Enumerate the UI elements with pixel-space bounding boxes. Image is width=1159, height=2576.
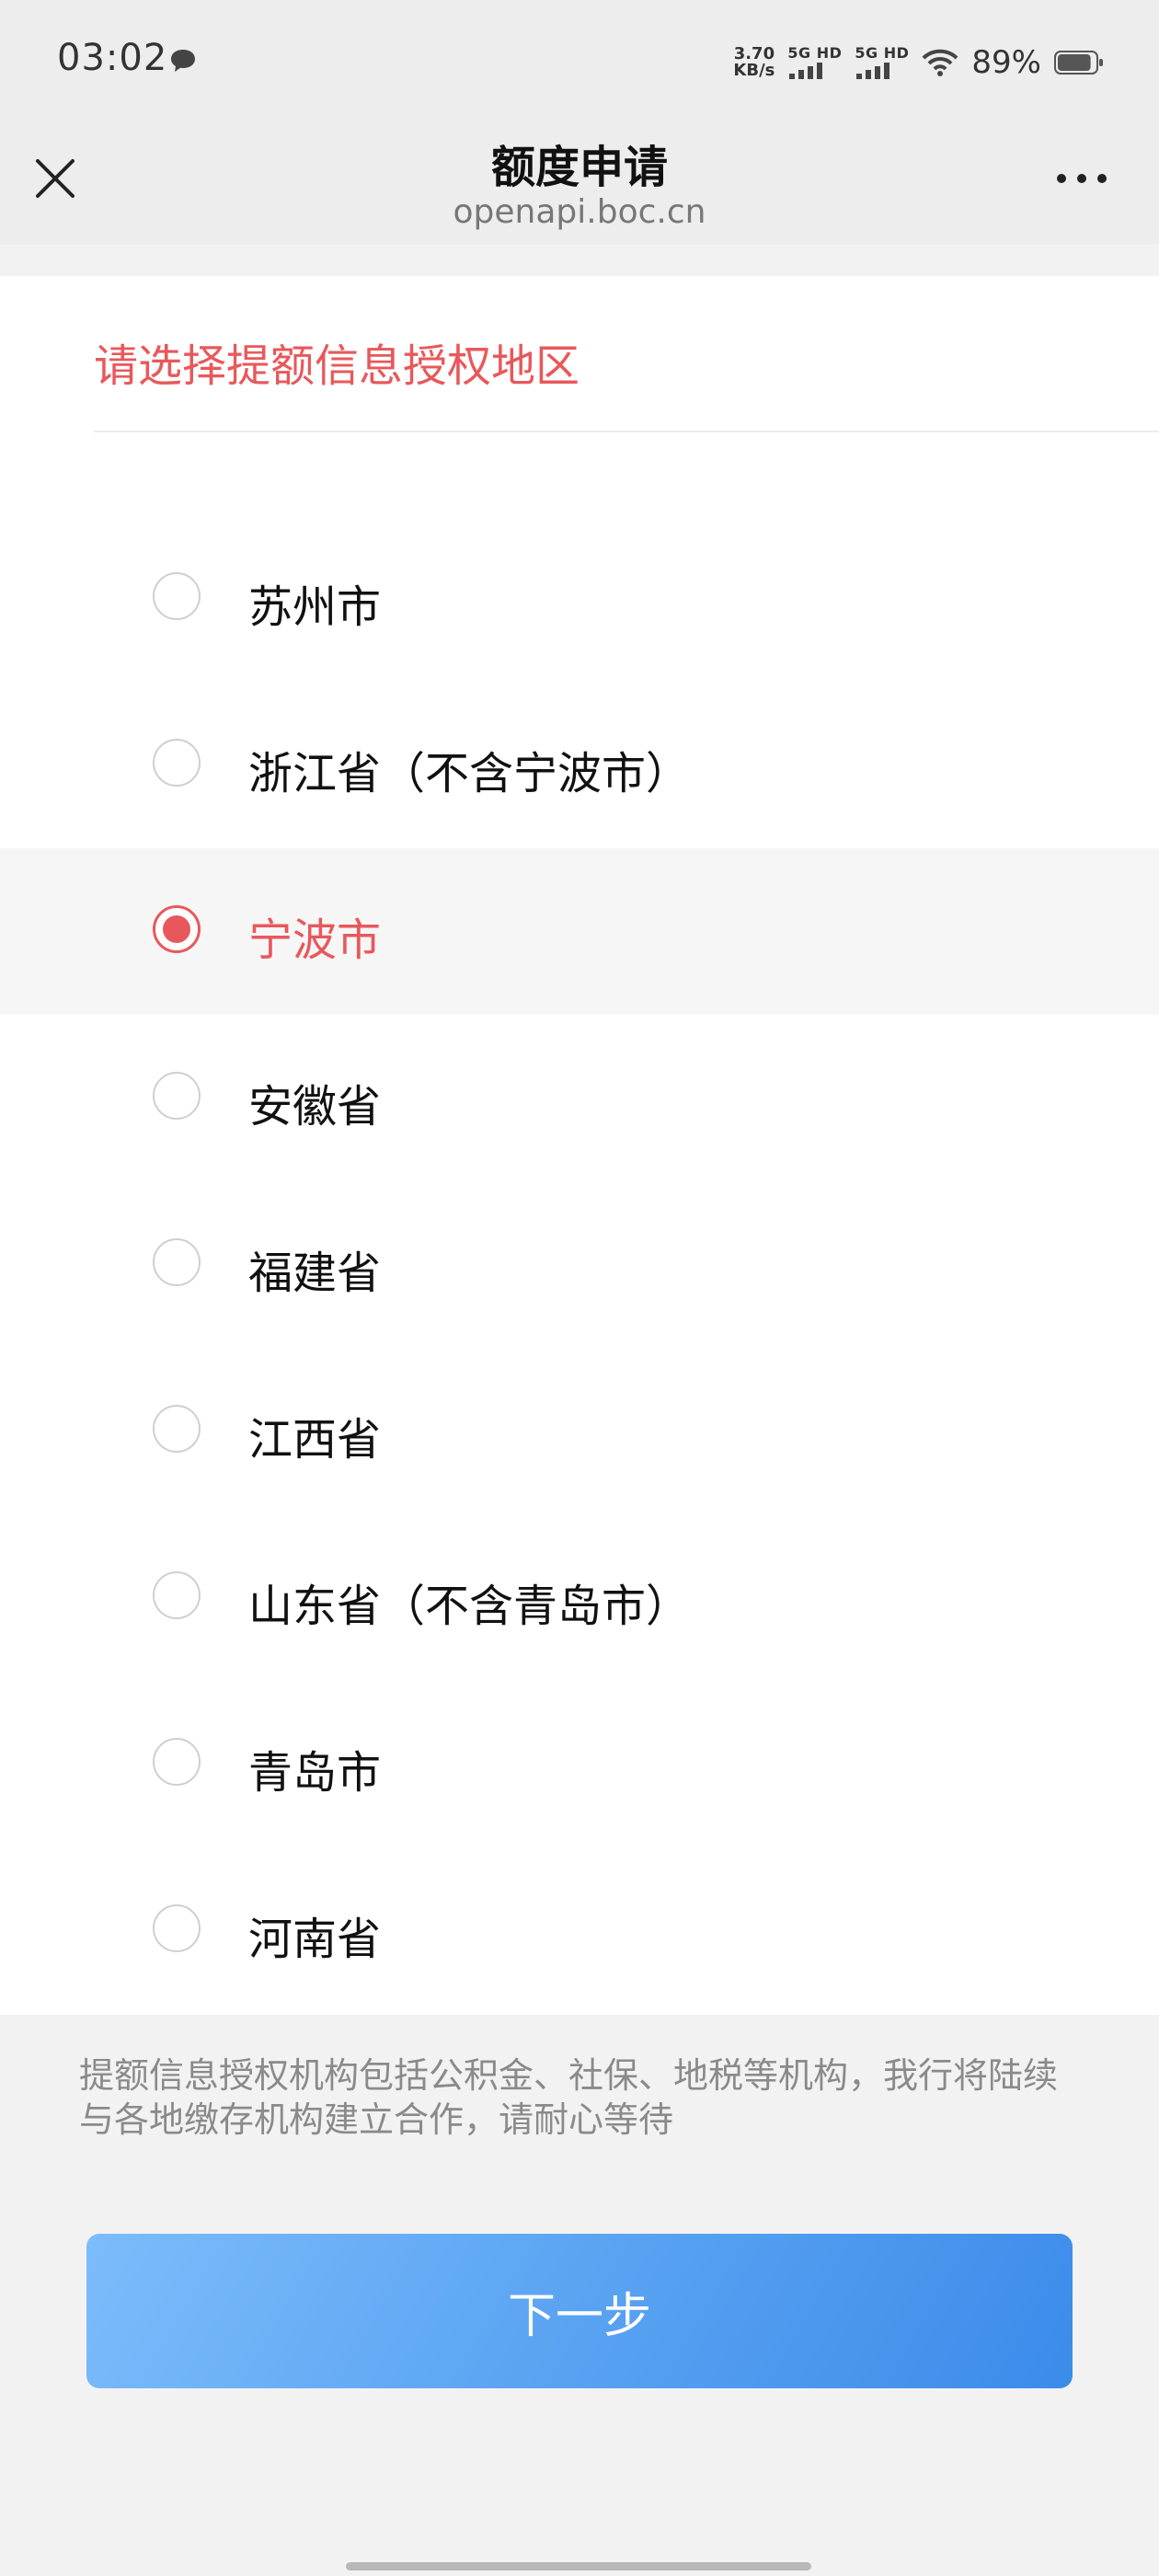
region-option[interactable]: 江西省 bbox=[0, 1348, 1159, 1514]
status-time: 03:02 bbox=[57, 37, 168, 79]
radio-button[interactable] bbox=[153, 572, 201, 620]
status-bar: 03:02 3.70 KB/s 5G HD 5G HD 89% bbox=[0, 0, 1159, 110]
nav-bar: 额度申请 openapi.boc.cn bbox=[0, 110, 1159, 245]
region-option-label: 宁波市 bbox=[248, 914, 382, 966]
sim2-label: 5G HD bbox=[855, 44, 910, 62]
signal-icon bbox=[856, 63, 890, 79]
more-icon[interactable] bbox=[1054, 169, 1109, 188]
region-option[interactable]: 浙江省（不含宁波市） bbox=[0, 682, 1159, 848]
battery-icon bbox=[1054, 51, 1103, 75]
radio-button[interactable] bbox=[153, 1405, 201, 1453]
authorization-notice: 提额信息授权机构包括公积金、社保、地税等机构，我行将陆续与各地缴存机构建立合作，… bbox=[79, 2055, 1059, 2140]
region-option-label: 青岛市 bbox=[248, 1747, 382, 1799]
region-option[interactable]: 福建省 bbox=[0, 1181, 1159, 1348]
section-heading: 请选择提额信息授权地区 bbox=[94, 340, 580, 392]
radio-button[interactable] bbox=[153, 905, 201, 953]
sim1-signal: 5G HD bbox=[787, 46, 842, 79]
region-option[interactable]: 山东省（不含青岛市） bbox=[0, 1514, 1159, 1681]
radio-button[interactable] bbox=[153, 1738, 201, 1786]
sim1-label: 5G HD bbox=[787, 44, 843, 62]
region-option-label: 福建省 bbox=[248, 1248, 382, 1299]
sim2-signal: 5G HD bbox=[855, 46, 909, 79]
divider bbox=[94, 431, 1159, 432]
status-icons: 3.70 KB/s 5G HD 5G HD 89% bbox=[733, 37, 1104, 88]
region-option-label: 浙江省（不含宁波市） bbox=[248, 748, 691, 799]
next-step-button[interactable]: 下一步 bbox=[86, 2234, 1073, 2388]
page-domain: openapi.boc.cn bbox=[453, 193, 706, 231]
region-option[interactable]: 青岛市 bbox=[0, 1681, 1159, 1847]
radio-button[interactable] bbox=[153, 1238, 201, 1286]
region-option-label: 山东省（不含青岛市） bbox=[248, 1581, 691, 1632]
region-option[interactable]: 苏州市 bbox=[0, 515, 1159, 682]
region-option[interactable]: 河南省 bbox=[0, 1847, 1159, 2014]
region-option-label: 河南省 bbox=[248, 1914, 382, 1965]
chat-bubble-icon bbox=[171, 50, 195, 72]
signal-icon bbox=[789, 63, 823, 79]
battery-percent: 89% bbox=[971, 44, 1041, 81]
page-title: 额度申请 bbox=[490, 142, 668, 193]
radio-button[interactable] bbox=[153, 1904, 201, 1952]
radio-button[interactable] bbox=[153, 739, 201, 787]
region-option[interactable]: 宁波市 bbox=[0, 848, 1159, 1015]
region-option-label: 苏州市 bbox=[248, 581, 382, 633]
radio-button[interactable] bbox=[153, 1072, 201, 1120]
home-indicator[interactable] bbox=[346, 2562, 811, 2570]
wifi-icon bbox=[923, 49, 958, 76]
radio-button[interactable] bbox=[153, 1571, 201, 1619]
network-speed: 3.70 KB/s bbox=[733, 46, 775, 79]
region-option-label: 江西省 bbox=[248, 1414, 382, 1466]
region-selection-card: 请选择提额信息授权地区 苏州市 浙江省（不含宁波市） 宁波市 安徽省 福建省 江… bbox=[0, 276, 1159, 2015]
network-speed-unit: KB/s bbox=[733, 61, 775, 80]
region-option-label: 安徽省 bbox=[248, 1081, 382, 1133]
region-option[interactable]: 安徽省 bbox=[0, 1015, 1159, 1181]
